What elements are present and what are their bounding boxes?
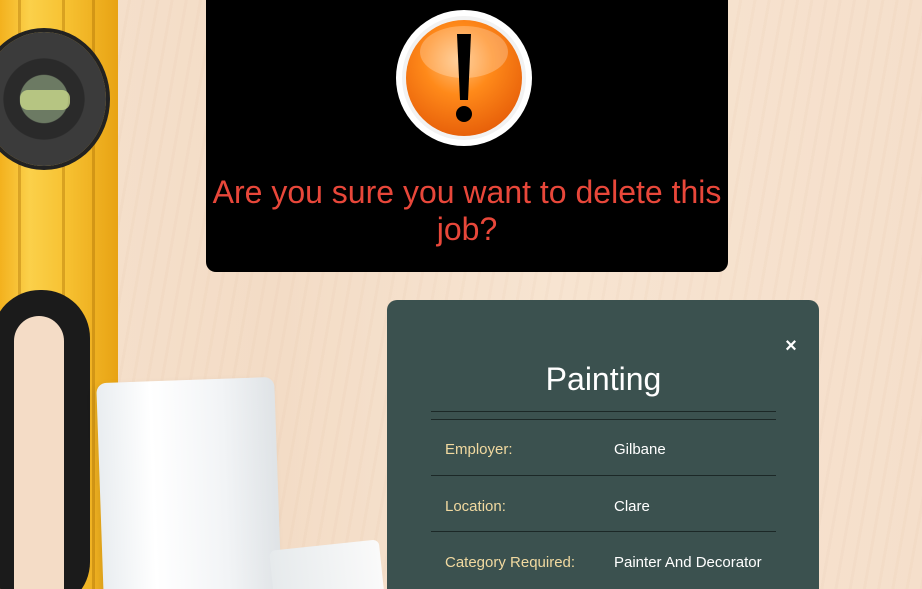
job-title: Painting — [545, 361, 662, 397]
title-divider — [431, 411, 776, 412]
employer-label: Employer: — [445, 441, 513, 458]
paper-roll-image — [96, 376, 282, 589]
employer-value: Gilbane — [614, 441, 666, 458]
close-button[interactable]: × — [780, 334, 802, 358]
level-handle-image — [0, 290, 90, 589]
category-value: Painter And Decorator — [614, 554, 762, 571]
location-label: Location: — [445, 498, 506, 515]
warning-exclamation-icon — [396, 10, 532, 146]
category-label: Category Required: — [445, 554, 576, 571]
title-divider — [431, 419, 776, 420]
row-divider — [431, 531, 776, 532]
location-value: Clare — [614, 498, 650, 515]
delete-confirm-message: Are you sure you want to delete this job… — [212, 174, 722, 247]
row-divider — [431, 475, 776, 476]
